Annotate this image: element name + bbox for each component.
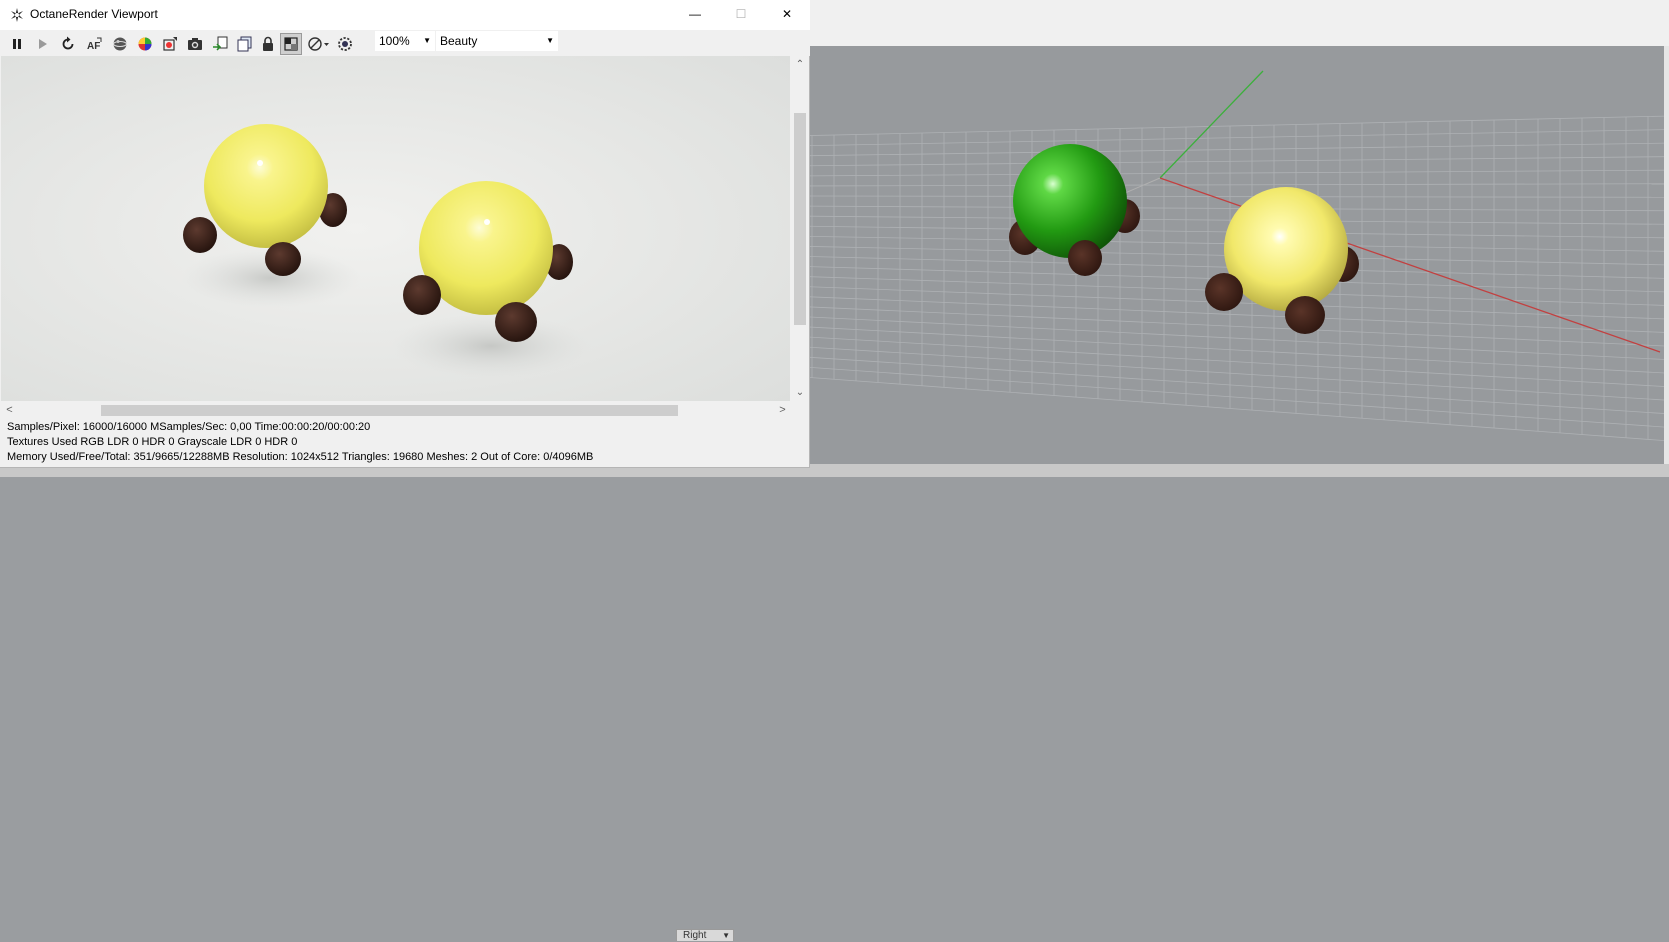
viewport-tab-right[interactable]: Right ▼ bbox=[676, 929, 734, 941]
scroll-left-arrow-icon[interactable]: < bbox=[1, 402, 18, 419]
camera-icon[interactable] bbox=[185, 34, 205, 54]
horizontal-scrollbar[interactable]: < > bbox=[1, 402, 791, 419]
status-textures: Textures Used RGB LDR 0 HDR 0 Grayscale … bbox=[7, 436, 298, 448]
window-title: OctaneRender Viewport bbox=[30, 7, 158, 21]
minimize-button[interactable]: — bbox=[672, 0, 718, 30]
chevron-down-icon: ▼ bbox=[423, 36, 431, 45]
horizontal-scroll-thumb[interactable] bbox=[101, 405, 678, 416]
render-pass-dropdown[interactable]: Beauty ▼ bbox=[436, 31, 558, 51]
scroll-down-arrow-icon[interactable]: ⌄ bbox=[791, 384, 809, 401]
zoom-dropdown[interactable]: 100% ▼ bbox=[375, 31, 435, 51]
scroll-up-arrow-icon[interactable]: ⌃ bbox=[791, 56, 809, 73]
restart-icon[interactable] bbox=[58, 34, 78, 54]
render-image[interactable] bbox=[1, 56, 790, 401]
vertical-scroll-thumb[interactable] bbox=[794, 113, 806, 325]
svg-text:AF: AF bbox=[87, 41, 100, 52]
status-memory: Memory Used/Free/Total: 351/9665/12288MB… bbox=[7, 451, 594, 463]
play-icon[interactable] bbox=[32, 34, 52, 54]
viewport-tab-label: Right bbox=[683, 930, 707, 941]
export-icon[interactable] bbox=[210, 34, 230, 54]
zoom-value: 100% bbox=[379, 34, 410, 48]
title-bar[interactable]: OctaneRender Viewport — ☐ ✕ bbox=[0, 0, 810, 30]
rhino-perspective-viewport[interactable] bbox=[810, 46, 1665, 464]
render-pass-value: Beauty bbox=[440, 34, 478, 48]
octane-logo-icon bbox=[9, 7, 25, 23]
filter-icon[interactable] bbox=[305, 34, 331, 54]
chevron-down-icon: ▼ bbox=[546, 36, 554, 45]
af-icon[interactable]: AF bbox=[84, 34, 104, 54]
sphere-icon[interactable] bbox=[110, 34, 130, 54]
settings-icon[interactable] bbox=[335, 34, 355, 54]
material-picker-icon[interactable] bbox=[160, 34, 180, 54]
copy-icon[interactable] bbox=[235, 34, 255, 54]
status-samples: Samples/Pixel: 16000/16000 MSamples/Sec:… bbox=[7, 421, 371, 433]
lock-icon[interactable] bbox=[258, 34, 278, 54]
color-picker-icon[interactable] bbox=[135, 34, 155, 54]
rhino-toolbar-area bbox=[810, 0, 1669, 46]
region-icon[interactable] bbox=[280, 33, 302, 55]
octane-render-window: OctaneRender Viewport — ☐ ✕ AF 100% ▼ Be… bbox=[0, 0, 810, 468]
rhino-right-edge bbox=[1664, 46, 1669, 477]
scroll-right-arrow-icon[interactable]: > bbox=[774, 402, 791, 419]
maximize-button[interactable]: ☐ bbox=[718, 0, 764, 30]
close-button[interactable]: ✕ bbox=[764, 0, 810, 30]
status-panel: Samples/Pixel: 16000/16000 MSamples/Sec:… bbox=[7, 420, 807, 465]
pause-icon[interactable] bbox=[7, 34, 27, 54]
vertical-scrollbar[interactable]: ⌃ ⌄ bbox=[791, 56, 809, 401]
chevron-down-icon[interactable]: ▼ bbox=[722, 930, 730, 942]
